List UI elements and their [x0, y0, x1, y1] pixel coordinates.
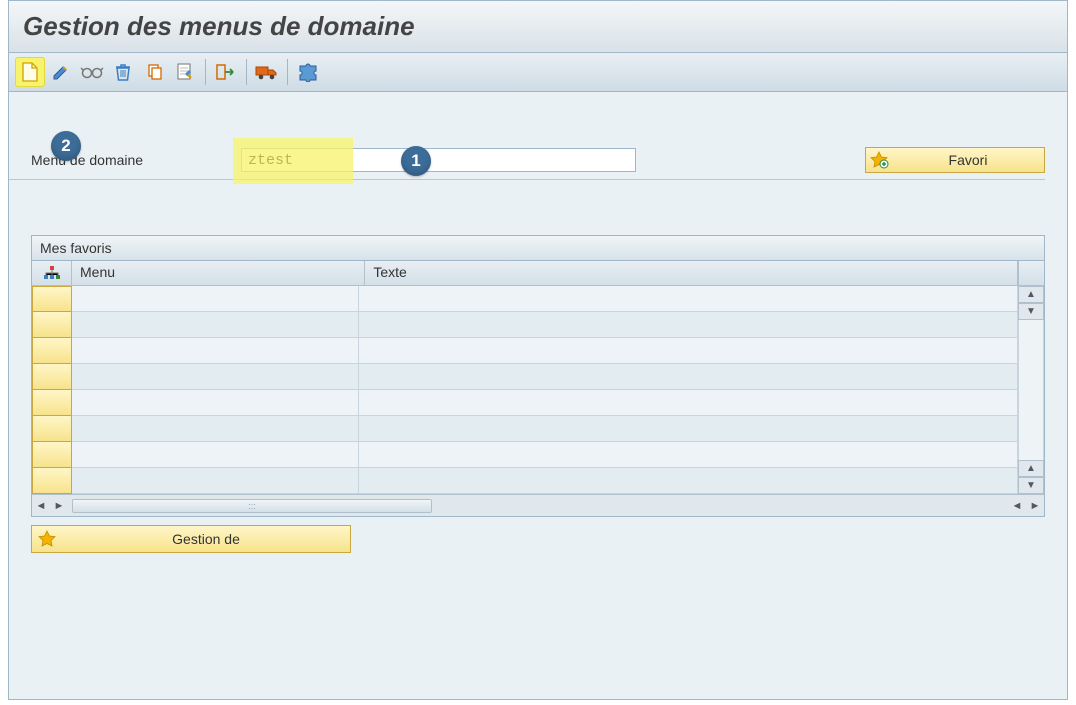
select-all-button[interactable] [32, 261, 72, 285]
row-selector[interactable] [32, 338, 72, 364]
scroll-down-button[interactable]: ▼ [1018, 303, 1044, 320]
column-splitter[interactable]: ::: [72, 499, 432, 513]
scroll-left-button[interactable]: ◄ [1008, 497, 1026, 515]
table-cell[interactable] [359, 468, 1018, 494]
scroll-right-button[interactable]: ► [1026, 497, 1044, 515]
puzzle-button[interactable] [293, 57, 323, 87]
vertical-scrollbar: ▲ ▼ ▲ ▼ [1018, 286, 1044, 494]
scroll-up-button[interactable]: ▲ [1018, 460, 1044, 477]
table-cell[interactable] [359, 312, 1018, 338]
title-bar: Gestion des menus de domaine [9, 1, 1067, 53]
favorites-table-body: ▲ ▼ ▲ ▼ [32, 286, 1044, 494]
row-selector[interactable] [32, 286, 72, 312]
row-selector[interactable] [32, 468, 72, 494]
truck-button[interactable] [252, 57, 282, 87]
column-header-menu[interactable]: Menu [72, 261, 365, 285]
copy-button[interactable] [139, 57, 169, 87]
column-header-texte[interactable]: Texte [365, 261, 1018, 285]
documentation-button[interactable] [170, 57, 200, 87]
hierarchy-icon [43, 265, 61, 281]
scroll-right-button[interactable]: ► [50, 497, 68, 515]
toolbar-separator [287, 59, 288, 85]
table-cell[interactable] [72, 442, 359, 468]
add-favorite-button[interactable]: Favori [865, 147, 1045, 173]
display-button[interactable] [77, 57, 107, 87]
annotation-step-2: 2 [51, 131, 81, 161]
table-cell[interactable] [359, 338, 1018, 364]
separator [9, 179, 1045, 180]
pencil-icon [51, 62, 71, 82]
nav-exit-icon [215, 62, 237, 82]
annotation-step-1: 1 [401, 146, 431, 176]
gestion-button-label: Gestion de [62, 531, 350, 547]
row-selector[interactable] [32, 364, 72, 390]
favorite-add-icon [866, 151, 892, 169]
row-selector[interactable] [32, 390, 72, 416]
table-cell[interactable] [72, 390, 359, 416]
data-columns [72, 286, 1018, 494]
horizontal-scrollbar: ◄ ► ::: ◄ ► [32, 494, 1044, 516]
table-cell[interactable] [72, 416, 359, 442]
star-icon [32, 530, 62, 548]
row-selector[interactable] [32, 416, 72, 442]
new-page-icon [21, 62, 39, 82]
favorites-title: Mes favoris [32, 236, 1044, 261]
table-cell[interactable] [359, 416, 1018, 442]
domain-menu-field-row: Menu de domaine 1 Favori [31, 147, 1045, 173]
trash-icon [113, 62, 133, 82]
glasses-icon [80, 64, 104, 80]
table-cell[interactable] [359, 364, 1018, 390]
table-cell[interactable] [72, 286, 359, 312]
puzzle-icon [297, 62, 319, 82]
gestion-button[interactable]: Gestion de [31, 525, 351, 553]
transport-button[interactable] [211, 57, 241, 87]
create-button[interactable] [15, 57, 45, 87]
edit-button[interactable] [46, 57, 76, 87]
truck-icon [255, 63, 279, 81]
table-cell[interactable] [72, 312, 359, 338]
table-cell[interactable] [359, 286, 1018, 312]
scroll-down-button[interactable]: ▼ [1018, 477, 1044, 494]
scroll-header-spacer [1018, 261, 1044, 285]
delete-button[interactable] [108, 57, 138, 87]
menu-column [72, 286, 359, 494]
table-cell[interactable] [72, 468, 359, 494]
domain-menu-input[interactable] [241, 148, 636, 172]
table-cell[interactable] [72, 338, 359, 364]
texte-column [359, 286, 1018, 494]
main-toolbar [9, 53, 1067, 92]
table-cell[interactable] [359, 390, 1018, 416]
toolbar-separator [246, 59, 247, 85]
table-cell[interactable] [72, 364, 359, 390]
page-title: Gestion des menus de domaine [23, 11, 1053, 42]
scroll-track[interactable] [1018, 320, 1044, 460]
row-selector[interactable] [32, 312, 72, 338]
row-handles [32, 286, 72, 494]
row-selector[interactable] [32, 442, 72, 468]
scroll-up-button[interactable]: ▲ [1018, 286, 1044, 303]
app-frame: Gestion des menus de domaine [8, 0, 1068, 700]
domain-menu-input-wrap: 1 [241, 148, 636, 172]
scroll-left-button[interactable]: ◄ [32, 497, 50, 515]
favorites-column-header-row: Menu Texte [32, 261, 1044, 286]
toolbar-separator [205, 59, 206, 85]
favorites-panel: Mes favoris Menu Texte [31, 235, 1045, 517]
table-cell[interactable] [359, 442, 1018, 468]
copy-icon [144, 62, 164, 82]
note-edit-icon [175, 62, 195, 82]
favorite-button-label: Favori [892, 152, 1044, 168]
